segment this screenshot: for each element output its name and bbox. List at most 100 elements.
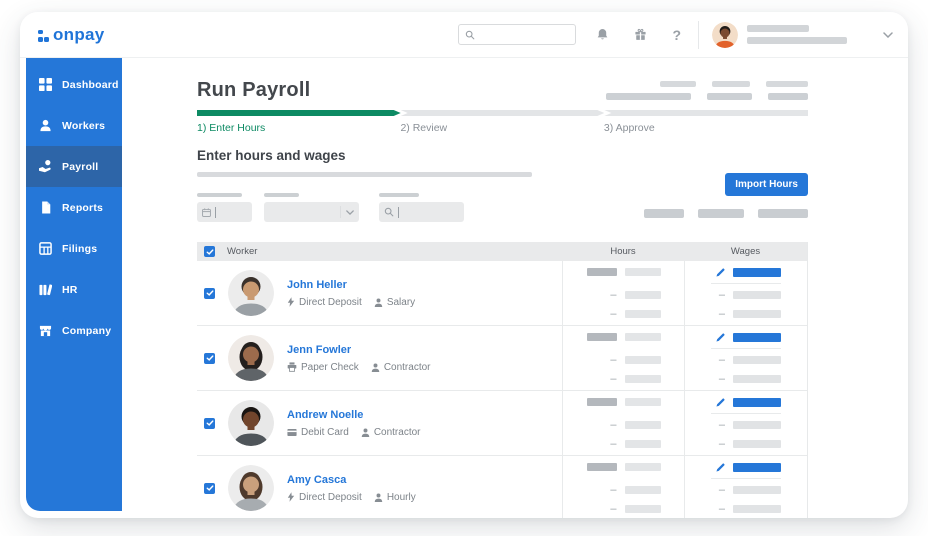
hr-books-icon [38,282,53,297]
printer-icon [287,362,297,372]
worker-cell: Andrew Noelle Debit Card Contractor [197,391,562,455]
hours-cell: – – [562,326,684,390]
summary-placeholder-bars [606,81,808,102]
chevron-down-icon[interactable] [883,31,893,38]
global-search-input[interactable] [479,28,574,41]
totals-placeholder-bars [644,209,808,222]
worker-search-filter [379,193,464,222]
date-input[interactable] [197,202,252,222]
payment-method-label: Paper Check [301,361,359,373]
worker-name-link[interactable]: John Heller [287,279,415,291]
row-checkbox[interactable] [204,287,215,299]
payment-method-label: Debit Card [301,426,349,438]
page-title: Run Payroll [197,79,311,101]
company-store-icon [38,323,53,338]
column-header-hours: Hours [610,246,636,257]
main-content: Run Payroll 1) Enter Hours 2) Review 3) … [122,58,908,518]
progress-segment-complete [197,110,401,116]
wages-cell: – – [684,391,807,455]
row-checkbox[interactable] [204,352,215,364]
hours-input[interactable] [586,261,661,283]
onpay-logo-text: onpay [53,24,105,44]
worker-avatar [228,400,274,446]
sidebar-item-company[interactable]: Company [26,310,122,351]
bell-icon[interactable] [596,28,609,41]
progress-segment-upcoming [401,110,605,116]
table-row: Andrew Noelle Debit Card Contractor – – … [197,391,807,456]
payment-method-label: Direct Deposit [299,296,362,308]
filter-select[interactable] [264,202,359,222]
lightning-icon [287,492,295,502]
table-header: Worker Hours Wages [197,242,807,261]
pay-date-filter [197,193,252,222]
workers-person-icon [38,118,53,133]
select-all-checkbox[interactable] [204,246,215,257]
user-name-placeholder [747,25,847,44]
help-icon[interactable]: ? [672,28,681,42]
onpay-logo[interactable]: onpay [38,25,105,45]
topbar: onpay ? [20,12,908,58]
gift-icon[interactable] [634,28,647,41]
worker-name-link[interactable]: Andrew Noelle [287,409,421,421]
hours-input[interactable] [586,391,661,413]
sidebar-item-reports[interactable]: Reports [26,187,122,228]
hours-input[interactable] [586,456,661,478]
sidebar-item-payroll[interactable]: Payroll [26,146,122,187]
onpay-logo-icon [38,29,50,43]
dashboard-grid-icon [38,77,53,92]
row-checkbox[interactable] [204,417,215,429]
section-title: Enter hours and wages [197,148,346,163]
worker-name-link[interactable]: Jenn Fowler [287,344,431,356]
wages-cell: – – [684,456,807,518]
worker-type-label: Hourly [386,491,416,503]
hours-input[interactable] [586,326,661,348]
group-filter [264,193,359,222]
edit-pencil-icon [716,397,725,407]
wizard-steps: 1) Enter Hours 2) Review 3) Approve [197,122,808,136]
hours-cell: – – [562,391,684,455]
worker-cell: John Heller Direct Deposit Salary [197,261,562,325]
wages-cell: – – [684,326,807,390]
worker-name-link[interactable]: Amy Casca [287,474,416,486]
global-search[interactable] [458,24,577,45]
worker-type-label: Contractor [373,426,421,438]
search-filter-input[interactable] [379,202,464,222]
wage-input[interactable] [711,456,781,479]
wage-input[interactable] [711,391,781,414]
calendar-icon [202,207,211,217]
wage-value-bar[interactable] [733,397,781,407]
lightning-icon [287,297,295,307]
wage-input[interactable] [711,326,781,349]
row-checkbox[interactable] [204,482,215,494]
step-approve: 3) Approve [603,122,655,134]
import-hours-button[interactable]: Import Hours [725,173,808,196]
sidebar-item-workers[interactable]: Workers [26,105,122,146]
hours-cell: – – [562,456,684,518]
topbar-divider [698,20,699,49]
wage-input[interactable] [711,261,781,284]
table-row: Jenn Fowler Paper Check Contractor – – –… [197,326,807,391]
wages-cell: – – [684,261,807,325]
worker-avatar [228,335,274,381]
sidebar-item-hr[interactable]: HR [26,269,122,310]
search-icon [384,207,394,217]
edit-pencil-icon [716,267,725,277]
person-icon [374,493,383,502]
wage-value-bar[interactable] [733,267,781,277]
wage-value-bar[interactable] [733,332,781,342]
worker-avatar [228,465,274,511]
edit-pencil-icon [716,332,725,342]
sidebar-item-filings[interactable]: Filings [26,228,122,269]
table-row: Amy Casca Direct Deposit Hourly – – – – [197,456,807,518]
app-window: onpay ? Dashboard Workers Payroll Report… [20,12,908,518]
sidebar-item-dashboard[interactable]: Dashboard [26,64,122,105]
person-icon [371,363,380,372]
worker-table-body: John Heller Direct Deposit Salary – – – … [197,261,807,518]
filings-table-icon [38,241,53,256]
user-avatar[interactable] [712,21,738,48]
card-icon [287,428,297,437]
sidebar-nav: Dashboard Workers Payroll Reports Filing… [26,58,122,511]
filter-label-placeholder [379,193,419,197]
search-icon [465,30,475,40]
wage-value-bar[interactable] [733,462,781,472]
